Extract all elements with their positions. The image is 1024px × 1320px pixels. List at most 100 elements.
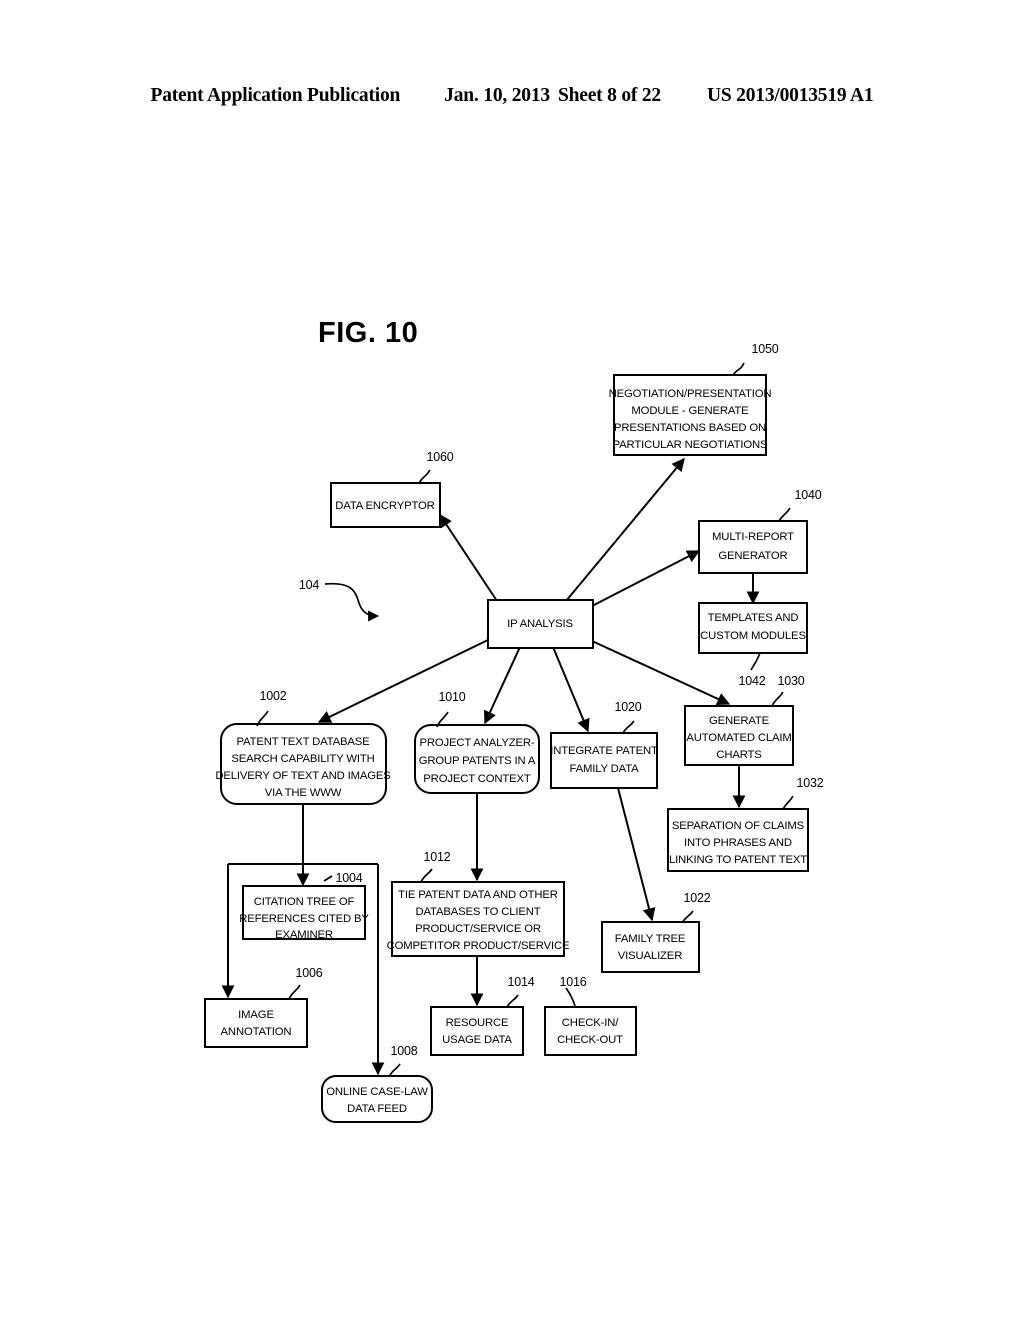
node-project-analyzer-line-2: GROUP PATENTS IN A — [419, 755, 536, 767]
ref-label-1020-group: 1020 — [614, 700, 642, 734]
node-image-annotation-line-1: IMAGE — [238, 1009, 274, 1021]
ref-label-1010: 1010 — [438, 690, 465, 704]
node-generate-claim-charts[interactable]: GENERATE AUTOMATED CLAIM CHARTS — [684, 705, 794, 766]
node-claim-charts-line-2: AUTOMATED CLAIM — [686, 732, 791, 744]
edge-ip-to-data-encryptor — [439, 513, 498, 602]
ref-label-1020: 1020 — [614, 700, 641, 714]
node-data-encryptor[interactable]: DATA ENCRYPTOR — [330, 482, 441, 528]
node-resource-usage-line-2: USAGE DATA — [442, 1034, 512, 1046]
node-templates-line-1: TEMPLATES AND — [708, 612, 799, 624]
node-family-tree-visualizer[interactable]: FAMILY TREE VISUALIZER — [601, 921, 700, 973]
ref-label-1002-group: 1002 — [256, 689, 287, 727]
node-project-analyzer-line-3: PROJECT CONTEXT — [423, 773, 531, 785]
ref-label-1060-group: 1060 — [418, 450, 454, 484]
ref-label-1030-group: 1030 — [771, 674, 805, 707]
node-project-analyzer[interactable]: PROJECT ANALYZER- GROUP PATENTS IN A PRO… — [414, 724, 540, 794]
ref-label-1010-group: 1010 — [436, 690, 466, 728]
node-citation-tree-line-1: CITATION TREE OF — [254, 896, 355, 908]
node-patent-db-line-3: DELIVERY OF TEXT AND IMAGES — [215, 770, 391, 782]
ref-label-1042-group: 1042 — [738, 652, 766, 688]
ref-label-1030: 1030 — [777, 674, 804, 688]
node-integrate-patent-family[interactable]: INTEGRATE PATENT FAMILY DATA — [550, 732, 658, 789]
node-tie-patent-line-2: DATABASES TO CLIENT — [415, 906, 540, 918]
node-negotiation-module-line-3: PRESENTATIONS BASED ON — [614, 422, 766, 434]
ref-label-1042: 1042 — [738, 674, 765, 688]
ref-label-1008-group: 1008 — [388, 1044, 418, 1078]
ref-label-1060: 1060 — [426, 450, 453, 464]
node-check-in-check-out[interactable]: CHECK-IN/ CHECK-OUT — [544, 1006, 637, 1056]
node-patent-db-line-4: VIA THE WWW — [265, 787, 342, 799]
ref-label-1022: 1022 — [683, 891, 710, 905]
node-citation-tree[interactable]: CITATION TREE OF REFERENCES CITED BY EXA… — [239, 885, 370, 941]
node-negotiation-module-line-1: NEGOTIATION/PRESENTATION — [609, 388, 772, 400]
ref-label-1040: 1040 — [794, 488, 821, 502]
node-negotiation-module-line-4: PARTICULAR NEGOTIATIONS — [613, 439, 768, 451]
node-claim-charts-line-1: GENERATE — [709, 715, 770, 727]
node-negotiation-module-line-2: MODULE - GENERATE — [631, 405, 749, 417]
node-family-tree-line-2: VISUALIZER — [618, 950, 682, 962]
ref-label-1016-group: 1016 — [559, 975, 587, 1007]
node-family-tree-line-1: FAMILY TREE — [615, 933, 686, 945]
system-ref-callout: 104 — [299, 578, 380, 622]
node-negotiation-module[interactable]: NEGOTIATION/PRESENTATION MODULE - GENERA… — [609, 374, 772, 456]
node-check-in-out-line-2: CHECK-OUT — [557, 1034, 623, 1046]
node-patent-text-database[interactable]: PATENT TEXT DATABASE SEARCH CAPABILITY W… — [215, 723, 391, 805]
node-check-in-out-line-1: CHECK-IN/ — [562, 1017, 619, 1029]
ref-label-1012-group: 1012 — [420, 850, 451, 883]
node-project-analyzer-line-1: PROJECT ANALYZER- — [419, 737, 534, 749]
edge-integrate-family-to-family-tree — [617, 787, 656, 922]
node-citation-tree-line-3: EXAMINER — [275, 929, 333, 941]
flow-diagram: NEGOTIATION/PRESENTATION MODULE - GENERA… — [204, 342, 824, 1123]
ref-label-104: 104 — [299, 578, 320, 592]
node-online-case-law[interactable]: ONLINE CASE-LAW DATA FEED — [321, 1075, 433, 1123]
ref-label-1014: 1014 — [507, 975, 534, 989]
ref-label-1004-group: 1004 — [323, 871, 363, 885]
node-image-annotation-line-2: ANNOTATION — [221, 1026, 292, 1038]
ref-label-1012: 1012 — [423, 850, 450, 864]
node-separation-line-3: LINKING TO PATENT TEXT — [669, 854, 807, 866]
node-separation-of-claims[interactable]: SEPARATION OF CLAIMS INTO PHRASES AND LI… — [667, 808, 809, 872]
edge-ip-to-negotiation — [565, 458, 685, 602]
edge-ip-to-project-analyzer — [483, 646, 521, 725]
node-tie-patent-line-1: TIE PATENT DATA AND OTHER — [398, 889, 558, 901]
node-integrate-family-line-2: FAMILY DATA — [569, 763, 639, 775]
node-tie-patent-line-3: PRODUCT/SERVICE OR — [415, 923, 541, 935]
node-tie-patent-line-4: COMPETITOR PRODUCT/SERVICE — [387, 940, 570, 952]
node-integrate-family-line-1: INTEGRATE PATENT — [550, 745, 658, 757]
edge-ip-to-integrate-family — [552, 646, 590, 733]
ref-label-1016: 1016 — [559, 975, 586, 989]
ref-label-1040-group: 1040 — [778, 488, 822, 522]
node-claim-charts-line-3: CHARTS — [716, 749, 762, 761]
node-tie-patent-data[interactable]: TIE PATENT DATA AND OTHER DATABASES TO C… — [387, 881, 570, 957]
node-templates-custom-modules[interactable]: TEMPLATES AND CUSTOM MODULES — [698, 602, 808, 654]
node-citation-tree-line-2: REFERENCES CITED BY — [239, 913, 369, 925]
ref-label-1006-group: 1006 — [288, 966, 323, 1000]
node-image-annotation[interactable]: IMAGE ANNOTATION — [204, 998, 308, 1048]
node-separation-line-1: SEPARATION OF CLAIMS — [672, 820, 805, 832]
node-data-encryptor-label: DATA ENCRYPTOR — [335, 500, 434, 512]
node-ip-analysis-label: IP ANALYSIS — [507, 618, 573, 630]
ref-label-1004: 1004 — [335, 871, 362, 885]
node-online-case-law-line-1: ONLINE CASE-LAW — [326, 1086, 428, 1098]
ref-label-1032-group: 1032 — [782, 776, 824, 810]
ref-label-1022-group: 1022 — [681, 891, 711, 924]
node-templates-line-2: CUSTOM MODULES — [700, 630, 806, 642]
node-multi-report-line-2: GENERATOR — [718, 550, 787, 562]
node-online-case-law-line-2: DATA FEED — [347, 1103, 407, 1115]
node-resource-usage-data[interactable]: RESOURCE USAGE DATA — [430, 1006, 524, 1056]
node-multi-report-line-1: MULTI-REPORT — [712, 531, 794, 543]
node-patent-db-line-1: PATENT TEXT DATABASE — [236, 736, 370, 748]
node-resource-usage-line-1: RESOURCE — [446, 1017, 509, 1029]
ref-label-1050: 1050 — [751, 342, 778, 356]
edge-ip-to-patent-text-db — [317, 638, 491, 723]
node-separation-line-2: INTO PHRASES AND — [684, 837, 792, 849]
ref-label-1050-group: 1050 — [732, 342, 779, 376]
edge-ip-to-multi-report — [591, 550, 701, 607]
node-ip-analysis[interactable]: IP ANALYSIS — [487, 599, 594, 649]
ref-label-1014-group: 1014 — [506, 975, 535, 1008]
ref-label-1032: 1032 — [796, 776, 823, 790]
ref-label-1006: 1006 — [295, 966, 322, 980]
node-multi-report-generator[interactable]: MULTI-REPORT GENERATOR — [698, 520, 808, 574]
ref-label-1002: 1002 — [259, 689, 286, 703]
patent-figure-page: Patent Application Publication Jan. 10, … — [0, 0, 1024, 1320]
